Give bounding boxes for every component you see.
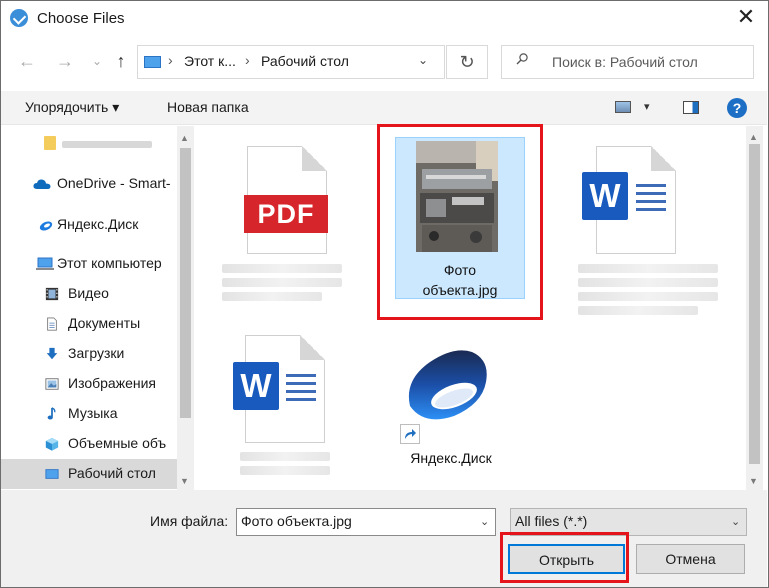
filename-label: Имя файла: (150, 513, 229, 529)
pictures-icon (45, 378, 59, 390)
yandex-disk-icon (39, 221, 53, 231)
documents-icon (47, 317, 57, 331)
scroll-up-icon[interactable]: ▲ (749, 132, 758, 142)
breadcrumb-separator: › (245, 52, 250, 68)
chevron-down-icon[interactable]: ⌄ (480, 515, 489, 528)
file-item-word[interactable]: W (230, 330, 340, 480)
word-text-line (286, 382, 316, 385)
yandex-disk-icon (408, 350, 487, 420)
highlight-box (377, 124, 543, 320)
blurred-folder-name (62, 141, 152, 148)
sidebar-item-label: Загрузки (68, 345, 125, 361)
sidebar-item-onedrive[interactable]: OneDrive - Smart- (0, 169, 177, 199)
scroll-down-icon[interactable]: ▼ (749, 476, 758, 486)
word-icon: W (582, 172, 628, 220)
chevron-down-icon[interactable]: ⌄ (418, 53, 428, 67)
sidebar-item-3d-objects[interactable]: Объемные объ (0, 429, 177, 459)
breadcrumb-this-pc[interactable]: Этот к... (184, 53, 236, 69)
blurred-filename (578, 264, 718, 273)
video-icon (45, 287, 59, 301)
file-item-word[interactable]: W (578, 140, 718, 320)
up-arrow-icon[interactable]: ↑ (110, 50, 132, 72)
file-item-pdf[interactable]: PDF (222, 140, 342, 320)
chevron-down-icon[interactable]: ▾ (644, 100, 650, 113)
sidebar-item-label: Видео (68, 285, 109, 301)
sidebar-item-label: Объемные объ (68, 435, 167, 451)
onedrive-icon (33, 179, 51, 189)
sidebar-item-music[interactable]: Музыка (0, 399, 177, 429)
3d-objects-icon (45, 437, 59, 451)
page-corner-fold (300, 335, 325, 360)
blurred-filename (240, 452, 330, 461)
file-name: Яндекс.Диск (410, 450, 492, 466)
blurred-filename (578, 278, 718, 287)
sidebar-item-label: Изображения (68, 375, 156, 391)
sidebar-item-downloads[interactable]: Загрузки (0, 339, 177, 369)
word-text-line (636, 208, 666, 211)
recent-locations-icon[interactable]: ⌄ (86, 50, 108, 72)
search-icon (516, 53, 528, 65)
word-icon: W (233, 362, 279, 410)
refresh-icon[interactable]: ↻ (446, 45, 488, 79)
computer-icon (144, 56, 161, 68)
sidebar-item-yandex-disk[interactable]: Яндекс.Диск (0, 210, 177, 240)
downloads-icon (46, 347, 58, 360)
breadcrumb-separator: › (168, 52, 173, 68)
blurred-filename (240, 466, 330, 475)
sidebar-item-label: OneDrive - Smart- (57, 175, 171, 191)
search-placeholder: Поиск в: Рабочий стол (552, 54, 698, 70)
word-text-line (286, 390, 316, 393)
sidebar-item-label: Этот компьютер (57, 255, 162, 271)
folder-icon (44, 136, 56, 150)
sidebar-item-documents[interactable]: Документы (0, 309, 177, 339)
sidebar-item-pictures[interactable]: Изображения (0, 369, 177, 399)
music-icon (47, 407, 56, 420)
word-text-line (636, 192, 666, 195)
app-icon (10, 9, 28, 27)
blurred-filename (222, 292, 322, 301)
cancel-button[interactable]: Отмена (636, 544, 745, 574)
word-text-line (286, 374, 316, 377)
view-options-icon[interactable] (615, 101, 631, 113)
window-title: Choose Files (37, 10, 125, 27)
sidebar-item-folder[interactable] (0, 128, 177, 158)
sidebar-item-this-pc[interactable]: Этот компьютер (0, 249, 177, 279)
page-corner-fold (651, 146, 676, 171)
blurred-filename (578, 292, 718, 301)
sidebar-item-desktop[interactable]: Рабочий стол (0, 459, 177, 489)
desktop-icon (45, 469, 59, 479)
blurred-filename (222, 278, 342, 287)
file-list-scrollbar-thumb[interactable] (749, 144, 760, 464)
organize-button[interactable]: Упорядочить ▾ (25, 99, 119, 116)
close-icon[interactable]: ✕ (733, 6, 759, 30)
word-text-line (636, 184, 666, 187)
back-arrow-icon[interactable]: ← (16, 50, 38, 72)
sidebar-item-video[interactable]: Видео (0, 279, 177, 309)
sidebar-item-label: Музыка (68, 405, 118, 421)
word-text-line (286, 398, 316, 401)
scroll-down-icon[interactable]: ▼ (180, 476, 189, 486)
file-item-yandex-disk[interactable]: Яндекс.Диск (396, 340, 506, 475)
help-icon[interactable]: ? (727, 98, 747, 118)
preview-pane-icon[interactable] (683, 101, 699, 114)
page-corner-fold (302, 146, 327, 171)
new-folder-button[interactable]: Новая папка (167, 99, 249, 115)
blurred-filename (578, 306, 698, 315)
sidebar-item-label: Документы (68, 315, 141, 331)
sidebar-item-label: Яндекс.Диск (57, 216, 139, 232)
shortcut-arrow-icon (400, 424, 420, 444)
forward-arrow-icon[interactable]: → (54, 50, 76, 72)
blurred-filename (222, 264, 342, 273)
highlight-box (500, 532, 629, 583)
computer-icon (36, 257, 54, 270)
filename-value: Фото объекта.jpg (241, 513, 352, 529)
sidebar-scrollbar-thumb[interactable] (180, 148, 191, 418)
pdf-icon: PDF (244, 195, 328, 233)
chevron-down-icon[interactable]: ⌄ (731, 515, 740, 528)
scroll-up-icon[interactable]: ▲ (180, 133, 189, 143)
file-type-value: All files (*.*) (515, 513, 588, 529)
breadcrumb-desktop[interactable]: Рабочий стол (261, 53, 349, 69)
word-text-line (636, 200, 666, 203)
sidebar-item-label: Рабочий стол (68, 465, 156, 481)
